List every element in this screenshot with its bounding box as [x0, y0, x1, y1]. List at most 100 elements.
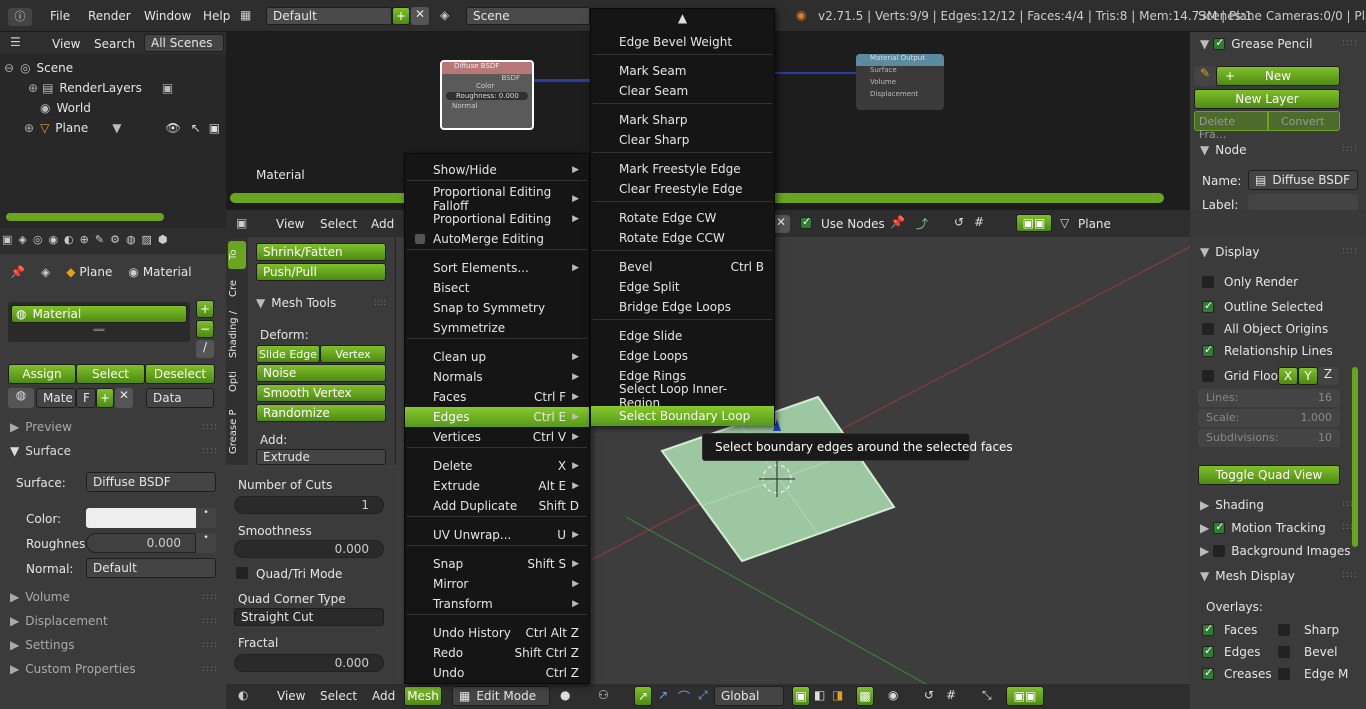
- info-icon[interactable]: ⓘ: [8, 8, 32, 26]
- mesh-menu-item[interactable]: Transform ▶: [405, 594, 589, 614]
- grid-floor-checkbox[interactable]: [1202, 370, 1214, 382]
- convert-button[interactable]: Convert: [1268, 111, 1340, 131]
- grid-floor-option[interactable]: Grid Floo: [1202, 367, 1278, 385]
- creases-option[interactable]: Creases: [1202, 665, 1272, 683]
- assign-button[interactable]: Assign: [8, 364, 76, 384]
- node-select-menu[interactable]: Select: [320, 217, 357, 231]
- outliner-item-world[interactable]: ◉ World: [40, 98, 91, 118]
- mesh-menu-item[interactable]: Snap to Symmetry: [405, 298, 589, 318]
- menu-file[interactable]: File: [50, 9, 70, 23]
- mesh-menu[interactable]: Mesh: [404, 686, 442, 706]
- outliner-filter[interactable]: All Scenes: [144, 34, 224, 52]
- mesh-menu-item[interactable]: Bisect: [405, 278, 589, 298]
- normal-dropdown[interactable]: Default: [86, 558, 216, 578]
- deselect-button[interactable]: Deselect: [145, 364, 215, 384]
- mesh-menu-item[interactable]: Faces Ctrl F ▶: [405, 387, 589, 407]
- pin-icon[interactable]: 📌: [890, 215, 905, 229]
- layout-icon[interactable]: ▦: [240, 8, 260, 24]
- push-pull-button[interactable]: Push/Pull: [256, 263, 386, 281]
- grease-checkbox[interactable]: [1213, 36, 1226, 50]
- node-name-field[interactable]: ▤ Diffuse BSDF: [1248, 170, 1358, 190]
- lines-field[interactable]: Lines: 16: [1198, 389, 1340, 407]
- scene-icon[interactable]: ◈: [440, 8, 449, 22]
- mesh-menu-item[interactable]: Edges Ctrl E ▶: [405, 407, 589, 427]
- edges-menu-item[interactable]: Edge Split: [591, 277, 774, 297]
- all-origins-checkbox[interactable]: [1202, 323, 1214, 335]
- outliner-search-menu[interactable]: Search: [94, 37, 135, 51]
- proportional-icon[interactable]: ◉: [888, 688, 898, 702]
- smoothness-field[interactable]: 0.000: [234, 540, 384, 558]
- section-surface[interactable]: ▼ Surface::::: [0, 440, 226, 462]
- scene-selector[interactable]: Scene: [466, 7, 590, 25]
- scale-field[interactable]: Scale: 1.000: [1198, 409, 1340, 427]
- corner-type-dropdown[interactable]: Straight Cut: [234, 608, 384, 626]
- bg-images-checkbox[interactable]: [1213, 545, 1226, 557]
- mesh-menu-item[interactable]: Proportional Editing Falloff ▶: [405, 185, 589, 213]
- select-button[interactable]: Select: [76, 364, 145, 384]
- render-preview-icon[interactable]: ⤡: [982, 688, 992, 703]
- bc-object[interactable]: Plane: [79, 265, 112, 279]
- menu-help[interactable]: Help: [203, 9, 230, 23]
- node-add-menu[interactable]: Add: [371, 217, 394, 231]
- outliner-item-scene[interactable]: ⊖ ◎ Scene: [4, 58, 73, 78]
- toggle-quad-button[interactable]: Toggle Quad View: [1198, 465, 1340, 485]
- resize-handle[interactable]: ══: [8, 326, 190, 336]
- tab-shading[interactable]: Shading /: [228, 307, 246, 361]
- edges-menu-item[interactable]: Rotate Edge CCW: [591, 228, 774, 248]
- outliner-scrollbar[interactable]: [6, 213, 164, 221]
- only-render-option[interactable]: Only Render: [1202, 273, 1298, 291]
- edges-menu-item[interactable]: Select Loop Inner-Region: [591, 382, 774, 410]
- edges-menu-item[interactable]: Clear Seam: [591, 81, 774, 101]
- edges-checkbox[interactable]: [1202, 644, 1214, 658]
- add-menu[interactable]: Add: [372, 689, 395, 703]
- material-slot-list[interactable]: ◍ Material ══: [8, 302, 190, 342]
- scroll-up-icon[interactable]: ▲: [591, 11, 774, 25]
- outliner-icon[interactable]: ☰: [10, 35, 21, 49]
- edges-menu-item[interactable]: Mark Freestyle Edge: [591, 159, 774, 179]
- mesh-menu-item[interactable]: Sort Elements... ▶: [405, 258, 589, 278]
- motion-tracking-header[interactable]: ▶Motion Tracking: [1200, 518, 1326, 538]
- outliner-item-renderlayers[interactable]: ⊕ ▤ RenderLayers ▣: [28, 78, 173, 98]
- node-panel-header[interactable]: ▼ Node: [1200, 140, 1247, 160]
- mode-dropdown[interactable]: ▦ Edit Mode: [452, 686, 550, 706]
- opengl-render-buttons[interactable]: ▣▣: [1006, 686, 1044, 706]
- surface-dropdown[interactable]: Diffuse BSDF: [86, 472, 216, 492]
- snap-toggle-icon[interactable]: ↺: [924, 688, 934, 702]
- mesh-menu-item[interactable]: Mirror ▶: [405, 574, 589, 594]
- bc-material[interactable]: Material: [143, 265, 192, 279]
- mesh-menu-item[interactable]: UV Unwrap... U ▶: [405, 525, 589, 545]
- edges-menu-item[interactable]: Bevel Ctrl B: [591, 257, 774, 277]
- quadtri-checkbox[interactable]: [236, 567, 248, 579]
- creases-checkbox[interactable]: [1202, 666, 1214, 680]
- render-icon[interactable]: ▣◈◎◉◐⊕✎⚙◍▨⬢: [2, 233, 174, 246]
- automerge-checkbox[interactable]: [415, 234, 425, 244]
- editor-type-icon[interactable]: ▣: [236, 216, 247, 230]
- remove-slot-button[interactable]: −: [196, 320, 214, 338]
- mesh-menu-item[interactable]: Vertices Ctrl V ▶: [405, 427, 589, 447]
- occlude-toggle[interactable]: ▩: [856, 686, 874, 706]
- manipulator-toggle[interactable]: ↗: [634, 686, 652, 706]
- color-link-button[interactable]: •: [196, 508, 216, 528]
- menu-render[interactable]: Render: [88, 9, 131, 23]
- layout-selector[interactable]: Default: [266, 7, 392, 25]
- edges-menu-item[interactable]: Clear Freestyle Edge: [591, 179, 774, 199]
- delete-frame-button[interactable]: Delete Fra...: [1194, 111, 1268, 141]
- new-layer-button[interactable]: New Layer: [1194, 89, 1340, 109]
- mesh-menu-item[interactable]: Undo History Ctrl Alt Z: [405, 623, 589, 643]
- randomize-button[interactable]: Randomize: [256, 404, 386, 422]
- section-settings[interactable]: ▶ Settings::::: [0, 634, 226, 656]
- snap-grid-icon[interactable]: #: [946, 688, 956, 702]
- relationship-option[interactable]: Relationship Lines: [1202, 342, 1333, 360]
- bevel-option[interactable]: Bevel: [1278, 643, 1337, 661]
- tab-options[interactable]: Opti: [228, 367, 246, 397]
- pin-icon[interactable]: 📌: [10, 265, 25, 279]
- grease-new-button[interactable]: + New: [1216, 66, 1340, 86]
- edges-menu-item[interactable]: Edge Bevel Weight: [591, 32, 774, 52]
- cuts-field[interactable]: 1: [234, 496, 384, 514]
- bevel-checkbox[interactable]: [1278, 646, 1290, 658]
- edge-m-option[interactable]: Edge M: [1278, 665, 1348, 683]
- axis-y-toggle[interactable]: Y: [1298, 367, 1318, 385]
- shading-header[interactable]: ▶ Shading: [1200, 495, 1264, 515]
- editor-type-icon[interactable]: ◐: [238, 688, 248, 702]
- outline-selected-option[interactable]: Outline Selected: [1202, 298, 1323, 316]
